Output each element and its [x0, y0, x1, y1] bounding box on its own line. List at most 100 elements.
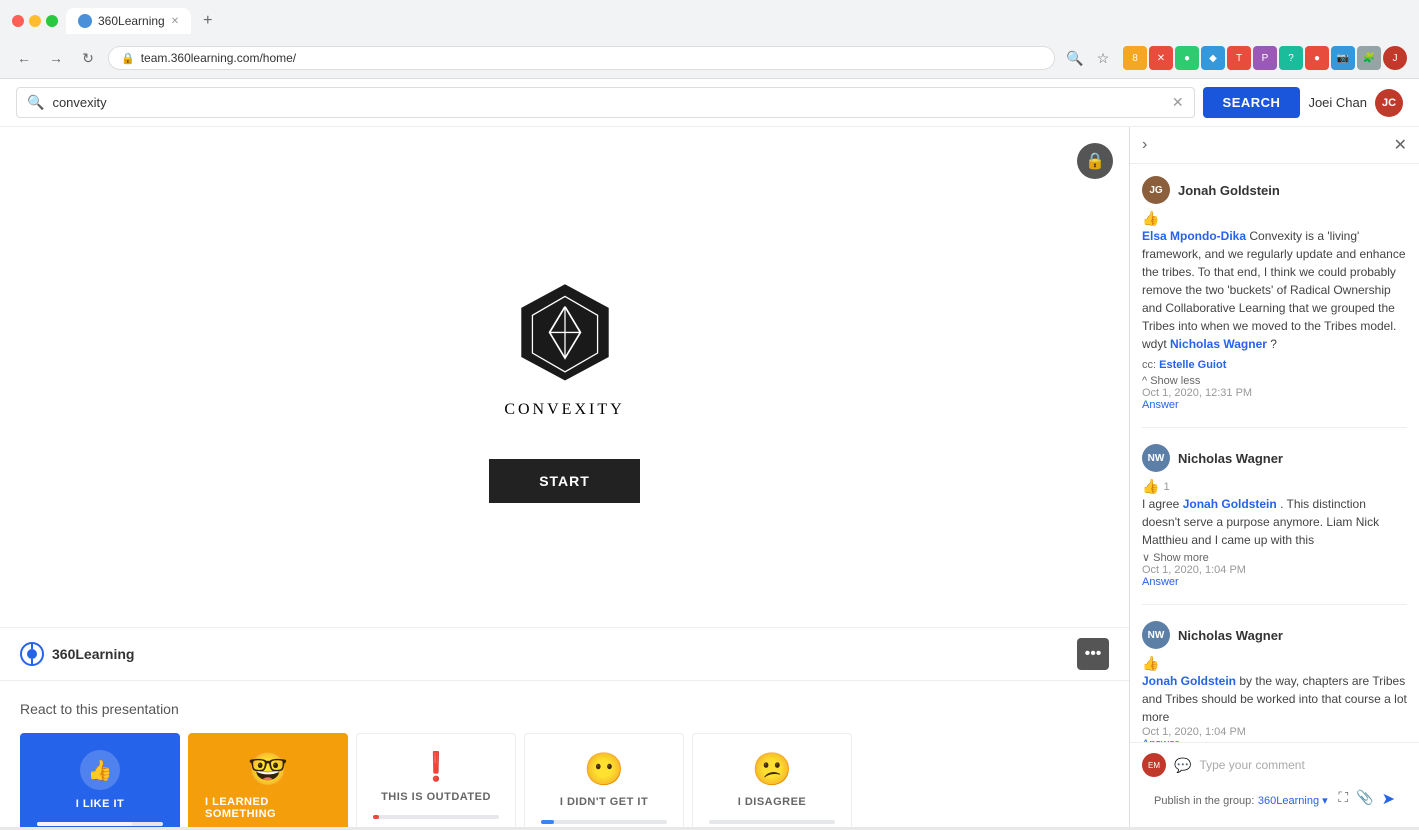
outdated-bar	[373, 815, 379, 819]
comment-like-3: 👍	[1142, 655, 1407, 672]
panel-close-icon[interactable]: ✕	[1394, 135, 1407, 155]
ext-btn-4[interactable]: ◆	[1201, 46, 1225, 70]
comment-date-1: Oct 1, 2020, 12:31 PM	[1142, 387, 1407, 399]
like-thumb-icon: 👍	[80, 750, 120, 790]
ext-btn-3[interactable]: ●	[1175, 46, 1199, 70]
like-button-3[interactable]: 👍	[1142, 655, 1159, 672]
like-bar-wrap	[37, 822, 163, 826]
comment-answer-2[interactable]: Answer	[1142, 576, 1407, 588]
back-button[interactable]: ←	[12, 46, 36, 70]
reaction-card-disagree[interactable]: 😕 I DISAGREE 0	[692, 733, 852, 827]
ext-btn-7[interactable]: ?	[1279, 46, 1303, 70]
comment-block-1: JG Jonah Goldstein 👍 Elsa Mpondo-Dika Co…	[1142, 176, 1407, 428]
like-label: I LIKE IT	[76, 798, 125, 810]
more-options-button[interactable]: •••	[1077, 638, 1109, 670]
learned-emoji-icon: 🤓	[248, 750, 288, 788]
tab-close-icon[interactable]: ✕	[171, 16, 179, 27]
comment-body-1b: ?	[1270, 337, 1277, 351]
user-avatar[interactable]: JC	[1375, 89, 1403, 117]
outdated-emoji-icon: ❗	[419, 750, 454, 783]
outdated-label: THIS IS OUTDATED	[381, 791, 491, 803]
tab-favicon	[78, 14, 92, 28]
footer-action-buttons: ⛶ 📎 ➤	[1338, 789, 1395, 809]
dontget-label: I DIDN'T GET IT	[560, 796, 648, 808]
user-avatar-chrome[interactable]: J	[1383, 46, 1407, 70]
cc-person-1: Estelle Guiot	[1159, 359, 1226, 371]
comment-header-2: NW Nicholas Wagner	[1142, 444, 1407, 472]
course-logo-small: 360Learning	[20, 642, 134, 666]
ext-btn-6[interactable]: P	[1253, 46, 1277, 70]
comment-body-2a: I agree	[1142, 497, 1183, 511]
search-text: convexity	[52, 95, 1163, 110]
comment-header-3: NW Nicholas Wagner	[1142, 621, 1407, 649]
search-input-wrap[interactable]: 🔍 convexity ✕	[16, 87, 1195, 118]
ext-btn-puzzle[interactable]: 🧩	[1357, 46, 1381, 70]
comment-mention-3: Jonah Goldstein	[1142, 674, 1236, 688]
outdated-bar-wrap	[373, 815, 499, 819]
reaction-card-like[interactable]: 👍 I LIKE IT E J N L M 12	[20, 733, 180, 827]
browser-action-buttons: 🔍 ☆	[1063, 46, 1115, 70]
maximize-window-btn[interactable]	[46, 15, 58, 27]
comment-date-3: Oct 1, 2020, 1:04 PM	[1142, 726, 1407, 738]
commenter-name-3: Nicholas Wagner	[1178, 628, 1283, 643]
like-button-2[interactable]: 👍	[1142, 478, 1159, 495]
disagree-label: I DISAGREE	[738, 796, 807, 808]
panel-body: JG Jonah Goldstein 👍 Elsa Mpondo-Dika Co…	[1130, 164, 1419, 742]
new-tab-button[interactable]: +	[195, 8, 220, 34]
panel-expand-icon[interactable]: ›	[1142, 136, 1147, 154]
comment-like-1: 👍	[1142, 210, 1407, 227]
comment-text-1: Elsa Mpondo-Dika Convexity is a 'living'…	[1142, 227, 1407, 353]
comment-date-2: Oct 1, 2020, 1:04 PM	[1142, 564, 1407, 576]
close-window-btn[interactable]	[12, 15, 24, 27]
course-area: 🔒 CONVEXITY START	[0, 127, 1129, 827]
reactions-title: React to this presentation	[20, 701, 1109, 717]
bookmark-icon[interactable]: ☆	[1091, 46, 1115, 70]
ext-btn-8[interactable]: ●	[1305, 46, 1329, 70]
course-cover: 🔒 CONVEXITY START	[0, 127, 1129, 627]
show-more-toggle-2[interactable]: ∨ Show more	[1142, 552, 1209, 564]
publish-label: Publish in the group:	[1154, 795, 1254, 807]
browser-chrome: 360Learning ✕ + ← → ↻ 🔒 team.360learning…	[0, 0, 1419, 79]
ssl-lock-icon: 🔒	[121, 52, 135, 65]
like-button-1[interactable]: 👍	[1142, 210, 1159, 227]
search-page-icon[interactable]: 🔍	[1063, 46, 1087, 70]
forward-button[interactable]: →	[44, 46, 68, 70]
input-user-avatar: EM	[1142, 753, 1166, 777]
right-panel: › ✕ JG Jonah Goldstein 👍 Elsa Mpondo-Dik…	[1129, 127, 1419, 827]
show-less-toggle-1[interactable]: ^ Show less	[1142, 375, 1200, 387]
ext-btn-2[interactable]: ✕	[1149, 46, 1173, 70]
search-button[interactable]: SEARCH	[1203, 87, 1301, 118]
commenter-avatar-2: NW	[1142, 444, 1170, 472]
comment-toggle-row-1: ^ Show less	[1142, 375, 1407, 387]
panel-footer: Publish in the group: 360Learning ▾ ⛶ 📎 …	[1142, 785, 1407, 817]
attachment-icon[interactable]: 📎	[1356, 789, 1373, 809]
comment-text-3: Jonah Goldstein by the way, chapters are…	[1142, 672, 1407, 726]
main-layout: 🔒 CONVEXITY START	[0, 127, 1419, 827]
like-bar	[37, 822, 132, 826]
ext-btn-9[interactable]: 📷	[1331, 46, 1355, 70]
comment-mention-1a: Elsa Mpondo-Dika	[1142, 229, 1246, 243]
ext-btn-5[interactable]: T	[1227, 46, 1251, 70]
comment-answer-1[interactable]: Answer	[1142, 399, 1407, 411]
minimize-window-btn[interactable]	[29, 15, 41, 27]
reaction-card-dontget[interactable]: 😶 I DIDN'T GET IT J 1	[524, 733, 684, 827]
browser-extensions: 8 ✕ ● ◆ T P ? ● 📷 🧩 J	[1123, 46, 1407, 70]
reload-button[interactable]: ↻	[76, 46, 100, 70]
comment-header-1: JG Jonah Goldstein	[1142, 176, 1407, 204]
search-clear-icon[interactable]: ✕	[1172, 94, 1184, 111]
address-bar[interactable]: 🔒 team.360learning.com/home/	[108, 46, 1055, 70]
fullscreen-icon[interactable]: ⛶	[1338, 789, 1348, 809]
comment-block-3: NW Nicholas Wagner 👍 Jonah Goldstein by …	[1142, 621, 1407, 742]
active-tab[interactable]: 360Learning ✕	[66, 8, 191, 34]
send-comment-button[interactable]: ➤	[1382, 789, 1395, 809]
comment-text-input[interactable]	[1199, 758, 1407, 772]
publish-group-area: Publish in the group: 360Learning ▾	[1154, 792, 1328, 807]
panel-header: › ✕	[1130, 127, 1419, 164]
start-button[interactable]: START	[489, 459, 640, 503]
user-name-label: Joei Chan	[1308, 95, 1367, 110]
reaction-card-outdated[interactable]: ❗ THIS IS OUTDATED 0	[356, 733, 516, 827]
ext-btn-1[interactable]: 8	[1123, 46, 1147, 70]
group-name-link[interactable]: 360Learning ▾	[1258, 795, 1328, 807]
user-area: Joei Chan JC	[1308, 89, 1403, 117]
reaction-card-learned[interactable]: 🤓 I LEARNED SOMETHING E J N 5	[188, 733, 348, 827]
